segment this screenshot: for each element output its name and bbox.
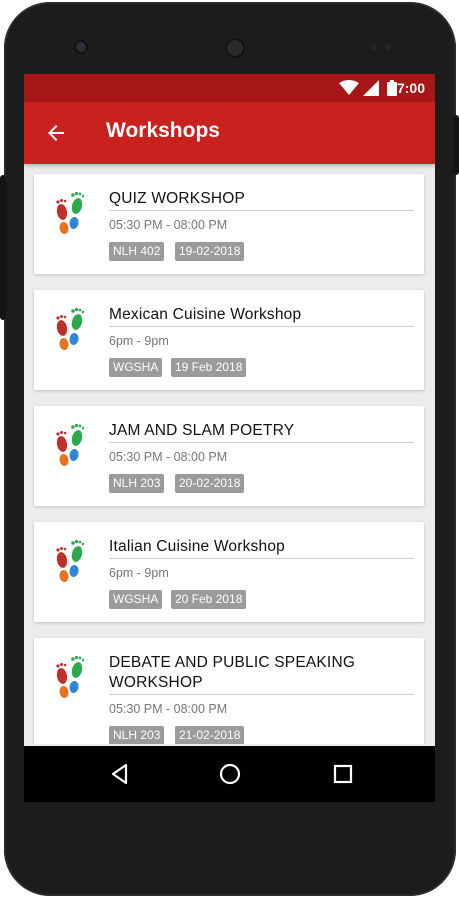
footprints-icon bbox=[52, 190, 88, 236]
proximity-sensor bbox=[371, 44, 377, 50]
status-bar: 7:00 bbox=[24, 74, 435, 102]
home-circle-icon bbox=[219, 763, 241, 785]
workshop-list[interactable]: QUIZ WORKSHOP 05:30 PM - 08:00 PM NLH 402 1… bbox=[24, 164, 435, 744]
nav-home-button[interactable] bbox=[218, 762, 242, 786]
workshop-title: JAM AND SLAM POETRY bbox=[109, 422, 295, 439]
venue-badge: NLH 203 bbox=[109, 474, 165, 493]
workshop-time: 05:30 PM - 08:00 PM bbox=[109, 218, 228, 232]
footprints-icon bbox=[52, 654, 88, 700]
workshop-title: Mexican Cuisine Workshop bbox=[109, 306, 302, 323]
back-triangle-icon bbox=[111, 763, 128, 785]
app-bar: Workshops bbox=[24, 102, 435, 164]
venue-badge: NLH 402 bbox=[109, 242, 165, 261]
date-badge: 19 Feb 2018 bbox=[171, 358, 247, 377]
battery-icon bbox=[387, 80, 397, 96]
workshop-card[interactable]: JAM AND SLAM POETRY 05:30 PM - 08:00 PM NL… bbox=[34, 406, 424, 506]
date-badge: 19-02-2018 bbox=[175, 242, 245, 261]
signal-icon bbox=[363, 80, 379, 96]
workshop-card[interactable]: Italian Cuisine Workshop 6pm - 9pm WGSHA 20… bbox=[34, 522, 424, 622]
title-divider bbox=[109, 558, 414, 559]
footprints-icon bbox=[52, 306, 88, 352]
light-sensor bbox=[385, 44, 391, 50]
venue-badge: WGSHA bbox=[109, 590, 163, 609]
wifi-icon bbox=[339, 80, 359, 95]
earpiece-speaker bbox=[225, 38, 245, 58]
workshop-card[interactable]: QUIZ WORKSHOP 05:30 PM - 08:00 PM NLH 402 1… bbox=[34, 174, 424, 274]
workshop-card[interactable]: Mexican Cuisine Workshop 6pm - 9pm WGSHA 19… bbox=[34, 290, 424, 390]
back-button[interactable] bbox=[44, 121, 68, 145]
workshop-card[interactable]: DEBATE AND PUBLIC SPEAKING WORKSHOP 05:30… bbox=[34, 638, 424, 744]
date-badge: 20 Feb 2018 bbox=[171, 590, 247, 609]
recents-square-icon bbox=[333, 764, 353, 784]
workshop-title: Italian Cuisine Workshop bbox=[109, 538, 285, 555]
nav-back-button[interactable] bbox=[108, 762, 132, 786]
power-button bbox=[453, 115, 459, 175]
footprints-icon bbox=[52, 538, 88, 584]
date-badge: 20-02-2018 bbox=[175, 474, 245, 493]
workshop-title: QUIZ WORKSHOP bbox=[109, 190, 246, 207]
date-badge: 21-02-2018 bbox=[175, 726, 245, 744]
workshop-time: 05:30 PM - 08:00 PM bbox=[109, 702, 228, 716]
system-nav-bar bbox=[24, 746, 435, 802]
screen: 7:00 Workshops QUIZ WORKSHOP 05:30 PM - 0… bbox=[24, 74, 435, 802]
workshop-time: 05:30 PM - 08:00 PM bbox=[109, 450, 228, 464]
page-title: Workshops bbox=[106, 119, 220, 142]
nav-recents-button[interactable] bbox=[331, 762, 355, 786]
title-divider bbox=[109, 694, 414, 695]
venue-badge: WGSHA bbox=[109, 358, 163, 377]
workshop-time: 6pm - 9pm bbox=[109, 334, 169, 348]
arrow-left-icon bbox=[48, 125, 64, 141]
venue-badge: NLH 203 bbox=[109, 726, 165, 744]
title-divider bbox=[109, 210, 414, 211]
title-divider bbox=[109, 442, 414, 443]
workshop-time: 6pm - 9pm bbox=[109, 566, 169, 580]
workshop-title: DEBATE AND PUBLIC SPEAKING WORKSHOP bbox=[109, 654, 356, 691]
status-time: 7:00 bbox=[396, 80, 425, 96]
title-divider bbox=[109, 326, 414, 327]
volume-button bbox=[0, 175, 6, 320]
front-camera bbox=[76, 42, 86, 52]
footprints-icon bbox=[52, 422, 88, 468]
